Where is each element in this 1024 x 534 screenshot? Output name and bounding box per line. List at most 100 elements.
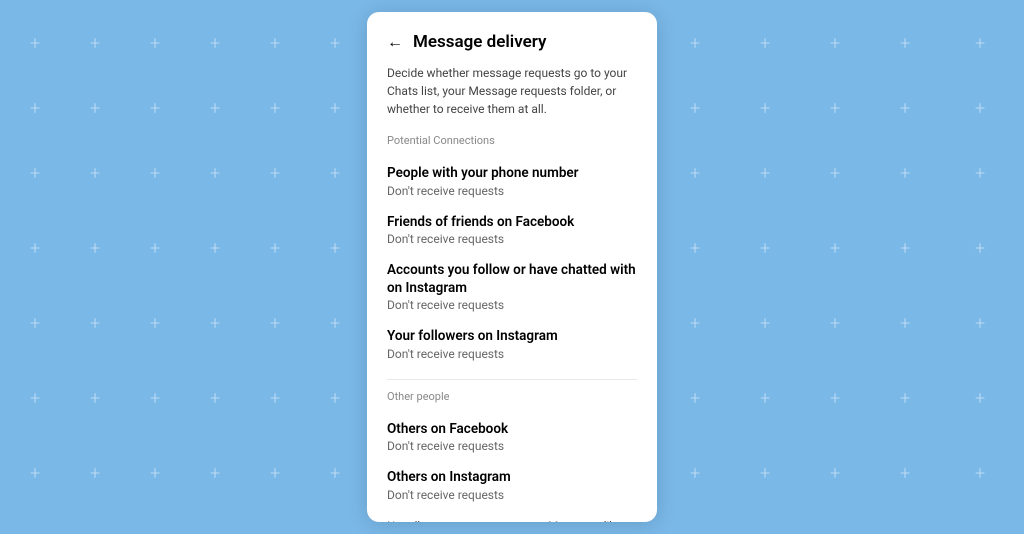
decorative-plus: + [210,390,220,408]
item-subtitle: Don't receive requests [387,488,637,502]
item-title: Others on Instagram [387,469,637,487]
decorative-plus: + [150,315,160,333]
footer-text: Not all messages are requests. Messages … [387,518,637,522]
decorative-plus: + [760,315,770,333]
card-header: ← Message delivery [387,32,637,52]
decorative-plus: + [330,240,340,258]
message-delivery-card: ← Message delivery Decide whether messag… [367,12,657,522]
decorative-plus: + [975,315,985,333]
decorative-plus: + [270,240,280,258]
decorative-plus: + [900,315,910,333]
other-people-label: Other people [387,390,637,403]
list-item[interactable]: Accounts you follow or have chatted with… [387,254,637,320]
item-subtitle: Don't receive requests [387,298,637,312]
potential-connections-label: Potential Connections [387,134,637,147]
decorative-plus: + [975,100,985,118]
decorative-plus: + [90,315,100,333]
decorative-plus: + [690,165,700,183]
decorative-plus: + [330,100,340,118]
decorative-plus: + [900,35,910,53]
decorative-plus: + [210,100,220,118]
decorative-plus: + [30,390,40,408]
list-item[interactable]: People with your phone number Don't rece… [387,157,637,206]
decorative-plus: + [270,465,280,483]
decorative-plus: + [690,35,700,53]
decorative-plus: + [330,390,340,408]
item-subtitle: Don't receive requests [387,439,637,453]
decorative-plus: + [270,35,280,53]
decorative-plus: + [270,165,280,183]
decorative-plus: + [830,240,840,258]
decorative-plus: + [150,465,160,483]
decorative-plus: + [975,35,985,53]
decorative-plus: + [760,240,770,258]
decorative-plus: + [690,240,700,258]
decorative-plus: + [210,165,220,183]
decorative-plus: + [150,165,160,183]
list-item[interactable]: Your followers on Instagram Don't receiv… [387,320,637,369]
decorative-plus: + [690,100,700,118]
decorative-plus: + [330,465,340,483]
decorative-plus: + [30,315,40,333]
decorative-plus: + [150,100,160,118]
item-title: Accounts you follow or have chatted with… [387,262,637,297]
decorative-plus: + [270,315,280,333]
decorative-plus: + [90,465,100,483]
item-subtitle: Don't receive requests [387,232,637,246]
list-item[interactable]: Others on Facebook Don't receive request… [387,413,637,462]
decorative-plus: + [210,240,220,258]
decorative-plus: + [760,100,770,118]
decorative-plus: + [330,315,340,333]
decorative-plus: + [830,465,840,483]
decorative-plus: + [690,315,700,333]
page-title: Message delivery [413,32,547,52]
decorative-plus: + [760,35,770,53]
item-title: Friends of friends on Facebook [387,214,637,232]
item-subtitle: Don't receive requests [387,184,637,198]
decorative-plus: + [90,390,100,408]
decorative-plus: + [900,100,910,118]
decorative-plus: + [900,390,910,408]
decorative-plus: + [30,100,40,118]
decorative-plus: + [830,35,840,53]
back-button[interactable]: ← [387,32,403,52]
decorative-plus: + [210,465,220,483]
decorative-plus: + [270,100,280,118]
item-title: Your followers on Instagram [387,328,637,346]
decorative-plus: + [150,35,160,53]
decorative-plus: + [900,165,910,183]
other-people-section: Other people Others on Facebook Don't re… [387,390,637,510]
decorative-plus: + [830,100,840,118]
decorative-plus: + [270,390,280,408]
decorative-plus: + [30,465,40,483]
list-item[interactable]: Friends of friends on Facebook Don't rec… [387,206,637,255]
decorative-plus: + [900,240,910,258]
decorative-plus: + [690,390,700,408]
decorative-plus: + [975,465,985,483]
decorative-plus: + [90,240,100,258]
decorative-plus: + [330,165,340,183]
decorative-plus: + [330,35,340,53]
decorative-plus: + [90,165,100,183]
section-divider [387,379,637,380]
decorative-plus: + [90,35,100,53]
decorative-plus: + [690,465,700,483]
item-title: People with your phone number [387,165,637,183]
potential-connections-section: Potential Connections People with your p… [387,134,637,369]
decorative-plus: + [830,315,840,333]
list-item[interactable]: Others on Instagram Don't receive reques… [387,461,637,510]
decorative-plus: + [760,165,770,183]
decorative-plus: + [150,240,160,258]
decorative-plus: + [30,35,40,53]
item-title: Others on Facebook [387,421,637,439]
decorative-plus: + [30,240,40,258]
decorative-plus: + [830,165,840,183]
decorative-plus: + [900,465,910,483]
decorative-plus: + [30,165,40,183]
decorative-plus: + [760,465,770,483]
decorative-plus: + [150,390,160,408]
decorative-plus: + [975,165,985,183]
item-subtitle: Don't receive requests [387,347,637,361]
decorative-plus: + [210,315,220,333]
card-description: Decide whether message requests go to yo… [387,64,637,118]
